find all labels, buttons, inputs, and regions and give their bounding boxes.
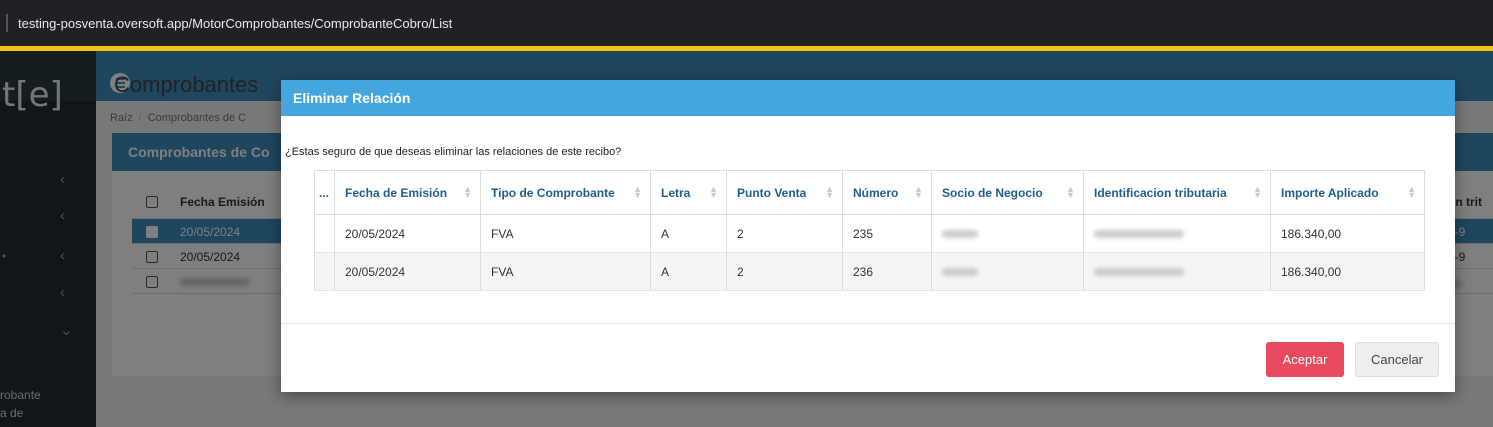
table-cell: 2 bbox=[726, 252, 843, 291]
table-cell: 20/05/2024 bbox=[334, 214, 481, 253]
table-cell: FVA bbox=[480, 214, 651, 253]
column-header[interactable]: Número ▲ ▼ bbox=[842, 170, 932, 215]
cancel-button[interactable]: Cancelar bbox=[1355, 342, 1439, 377]
column-header[interactable]: Punto Venta ▲ ▼ bbox=[726, 170, 843, 215]
sort-icon[interactable]: ▲ ▼ bbox=[1253, 185, 1262, 200]
table-cell: A bbox=[650, 252, 727, 291]
column-header[interactable]: Tipo de Comprobante ▲ ▼ bbox=[480, 170, 651, 215]
browser-address-bar[interactable]: testing-posventa.oversoft.app/MotorCompr… bbox=[0, 0, 1493, 46]
table-cell: 186.340,00 bbox=[1270, 252, 1425, 291]
table-cell: 236 bbox=[842, 252, 932, 291]
table-header-row: ... Fecha de Emisión ▲ ▼ Tipo de Comproban… bbox=[314, 170, 1425, 215]
table-cell: A bbox=[650, 214, 727, 253]
sort-icon[interactable]: ▲ ▼ bbox=[825, 185, 834, 200]
dialog-footer: Aceptar Cancelar bbox=[281, 323, 1455, 392]
delete-relation-dialog: Eliminar Relación ¿Estas seguro de que d… bbox=[281, 80, 1455, 392]
blurred-cell bbox=[931, 252, 1084, 291]
table-cell: 2 bbox=[726, 214, 843, 253]
sort-icon[interactable]: ▲ ▼ bbox=[463, 185, 472, 200]
column-header[interactable]: Importe Aplicado ▲ ▼ bbox=[1270, 170, 1425, 215]
sort-icon[interactable]: ▲ ▼ bbox=[1407, 185, 1416, 200]
table-cell bbox=[314, 252, 335, 291]
column-header[interactable]: Socio de Negocio ▲ ▼ bbox=[931, 170, 1084, 215]
column-header[interactable]: Identificacion tributaria ▲ ▼ bbox=[1083, 170, 1271, 215]
column-header[interactable]: Letra ▲ ▼ bbox=[650, 170, 727, 215]
blurred-cell bbox=[1083, 214, 1271, 253]
table-cell: 186.340,00 bbox=[1270, 214, 1425, 253]
table-cell: 20/05/2024 bbox=[334, 252, 481, 291]
column-header[interactable]: ... bbox=[314, 170, 335, 215]
column-header[interactable]: Fecha de Emisión ▲ ▼ bbox=[334, 170, 481, 215]
table-row[interactable]: 20/05/2024 FVA A 2 235 186.340,00 bbox=[314, 214, 1425, 253]
sort-icon[interactable]: ▲ ▼ bbox=[633, 185, 642, 200]
relations-table: ... Fecha de Emisión ▲ ▼ Tipo de Comproban… bbox=[314, 170, 1425, 291]
dialog-question: ¿Estas seguro de que deseas eliminar las… bbox=[285, 146, 622, 158]
dialog-title: Eliminar Relación bbox=[281, 80, 1455, 116]
table-cell: 235 bbox=[842, 214, 932, 253]
url-text[interactable]: testing-posventa.oversoft.app/MotorCompr… bbox=[18, 16, 452, 31]
table-row[interactable]: 20/05/2024 FVA A 2 236 186.340,00 bbox=[314, 252, 1425, 291]
blurred-cell bbox=[931, 214, 1084, 253]
table-cell bbox=[314, 214, 335, 253]
address-bar-edge bbox=[6, 14, 8, 32]
table-cell: FVA bbox=[480, 252, 651, 291]
sort-icon[interactable]: ▲ ▼ bbox=[914, 185, 923, 200]
sort-icon[interactable]: ▲ ▼ bbox=[1066, 185, 1075, 200]
blurred-cell bbox=[1083, 252, 1271, 291]
accept-button[interactable]: Aceptar bbox=[1266, 342, 1344, 377]
sort-icon[interactable]: ▲ ▼ bbox=[709, 185, 718, 200]
